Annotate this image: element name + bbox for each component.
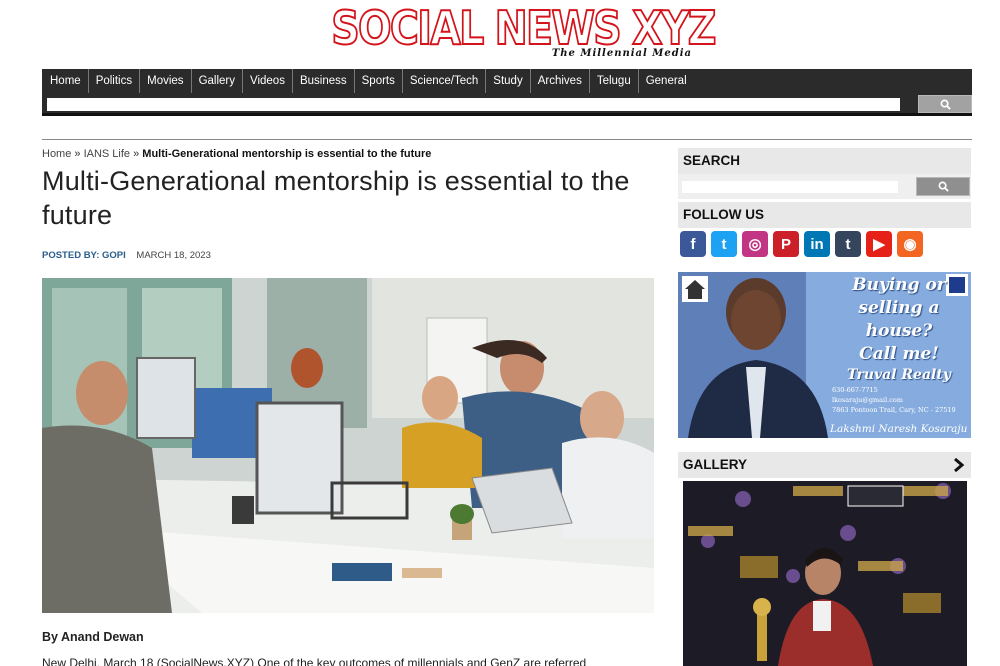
nav-item-gallery[interactable]: Gallery — [192, 69, 243, 93]
sidebar-search-input[interactable] — [682, 181, 898, 193]
realty-ad-banner[interactable]: Buying or selling a house? Call me! Truv… — [678, 272, 971, 438]
sidebar-follow-heading: FOLLOW US — [678, 202, 971, 228]
main-nav: Home Politics Movies Gallery Videos Busi… — [42, 69, 972, 93]
social-icons: f t ◎ Pin t ▶ ◉ — [680, 231, 923, 257]
sidebar-search-heading: SEARCH — [678, 148, 971, 174]
gallery-heading-label: GALLERY — [683, 457, 747, 472]
chevron-right-icon[interactable] — [953, 458, 965, 472]
nav-item-politics[interactable]: Politics — [89, 69, 141, 93]
ad-phone: 630-667-7715 — [832, 386, 878, 394]
breadcrumb-separator: » — [130, 148, 143, 160]
ad-address: 7863 Pontoon Trail, Cary, NC - 27519 — [832, 406, 956, 414]
logo-tagline: The Millennial Media — [551, 48, 692, 59]
nav-item-home[interactable]: Home — [42, 69, 89, 93]
ad-email: lkosaraju@gmail.com — [832, 396, 903, 404]
ad-headline-3: house? — [865, 321, 933, 341]
logo-text: SOCIAL NEWS XYZ — [330, 1, 717, 55]
facebook-icon[interactable]: f — [680, 231, 706, 257]
ad-brand: Truval Realty — [847, 367, 951, 383]
nav-item-science-tech[interactable]: Science/Tech — [403, 69, 487, 93]
nav-item-study[interactable]: Study — [486, 69, 531, 93]
search-icon — [940, 99, 951, 110]
breadcrumb: Home » IANS Life » Multi-Generational me… — [42, 148, 431, 160]
ad-headline-1: Buying or — [852, 275, 946, 295]
linkedin-icon[interactable]: in — [804, 231, 830, 257]
rss-icon[interactable]: ◉ — [897, 231, 923, 257]
ad-agent-name: Lakshmi Naresh Kosaraju — [830, 423, 968, 435]
article-featured-image — [42, 278, 654, 613]
breadcrumb-section[interactable]: IANS Life — [84, 148, 130, 160]
nav-item-archives[interactable]: Archives — [531, 69, 590, 93]
twitter-icon[interactable]: t — [711, 231, 737, 257]
nav-item-general[interactable]: General — [639, 69, 694, 93]
ad-headline-4: Call me! — [859, 344, 939, 364]
nav-item-business[interactable]: Business — [293, 69, 355, 93]
article-byline: By Anand Dewan — [42, 630, 144, 644]
ad-copy: Buying or selling a house? Call me! Truv… — [828, 274, 970, 414]
article-body: New Delhi, March 18 (SocialNews.XYZ) One… — [42, 656, 587, 666]
nav-item-movies[interactable]: Movies — [140, 69, 192, 93]
header-search-button[interactable] — [918, 95, 972, 113]
gallery-featured-image[interactable] — [683, 481, 967, 666]
gallery-photo-illustration — [683, 481, 967, 666]
breadcrumb-home[interactable]: Home — [42, 148, 71, 160]
nav-item-sports[interactable]: Sports — [355, 69, 403, 93]
pinterest-icon[interactable]: P — [773, 231, 799, 257]
header-search-input[interactable] — [47, 98, 900, 111]
sidebar-search-button[interactable] — [916, 177, 970, 196]
breadcrumb-separator: » — [71, 148, 84, 160]
nav-item-videos[interactable]: Videos — [243, 69, 293, 93]
site-logo[interactable]: SOCIAL NEWS XYZ The Millennial Media — [300, 1, 717, 64]
page: SOCIAL NEWS XYZ The Millennial Media Hom… — [0, 0, 1000, 666]
ad-headline-2: selling a — [858, 298, 940, 318]
sidebar-search — [678, 174, 971, 199]
sidebar-gallery-heading: GALLERY — [678, 452, 971, 478]
office-scene-illustration — [42, 278, 654, 613]
breadcrumb-current: Multi-Generational mentorship is essenti… — [142, 148, 432, 160]
article-title: Multi-Generational mentorship is essenti… — [42, 166, 630, 230]
nav-item-telugu[interactable]: Telugu — [590, 69, 639, 93]
header-search-bar — [42, 93, 972, 116]
author-link[interactable]: POSTED BY: GOPI — [42, 250, 126, 261]
article-meta: POSTED BY: GOPI MARCH 18, 2023 — [42, 250, 211, 261]
divider — [42, 139, 972, 140]
instagram-icon[interactable]: ◎ — [742, 231, 768, 257]
youtube-icon[interactable]: ▶ — [866, 231, 892, 257]
search-icon — [938, 181, 949, 192]
tumblr-icon[interactable]: t — [835, 231, 861, 257]
article-date: MARCH 18, 2023 — [136, 250, 211, 261]
